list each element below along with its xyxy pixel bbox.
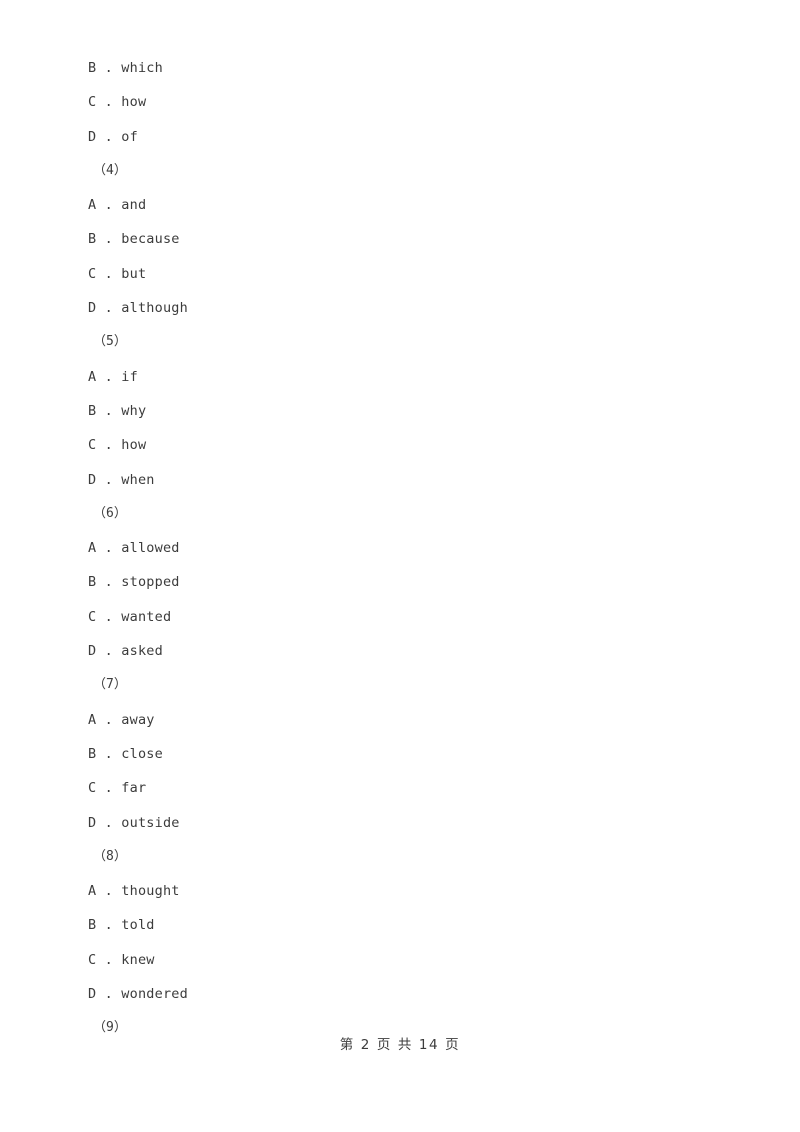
answer-option: C . how xyxy=(88,94,147,111)
answer-option: A . away xyxy=(88,711,155,728)
question-number: （5） xyxy=(93,334,127,350)
answer-option: D . when xyxy=(88,471,155,488)
answer-option: C . far xyxy=(88,780,147,797)
answer-option: B . which xyxy=(88,60,163,76)
question-number: （6） xyxy=(93,505,127,521)
answer-option: C . but xyxy=(88,265,147,282)
answer-option: D . of xyxy=(88,128,138,145)
document-page: B . which C . how D . of （4） A . and B . beca… xyxy=(0,0,800,1132)
answer-option: D . although xyxy=(88,300,188,317)
answer-option: C . how xyxy=(88,437,147,454)
answer-option: A . if xyxy=(88,368,138,385)
answer-option: B . stopped xyxy=(88,574,180,591)
page-footer: 第 2 页 共 14 页 xyxy=(339,1037,461,1053)
answer-option: C . knew xyxy=(88,951,155,968)
question-list: B . which C . how D . of （4） A . and B . beca… xyxy=(88,51,728,1046)
answer-option: A . thought xyxy=(88,883,180,900)
answer-option: B . close xyxy=(88,745,163,762)
answer-option: B . told xyxy=(88,917,155,934)
answer-option: C . wanted xyxy=(88,608,172,625)
question-number: （4） xyxy=(93,162,127,178)
question-number: （7） xyxy=(93,677,127,693)
answer-option: D . asked xyxy=(88,643,163,660)
question-number: （8） xyxy=(93,848,127,864)
answer-option: D . wondered xyxy=(88,986,188,1003)
answer-option: B . why xyxy=(88,402,147,419)
answer-option: A . allowed xyxy=(88,540,180,557)
answer-option: D . outside xyxy=(88,814,180,831)
answer-option: A . and xyxy=(88,197,147,214)
answer-option: B . because xyxy=(88,231,180,248)
